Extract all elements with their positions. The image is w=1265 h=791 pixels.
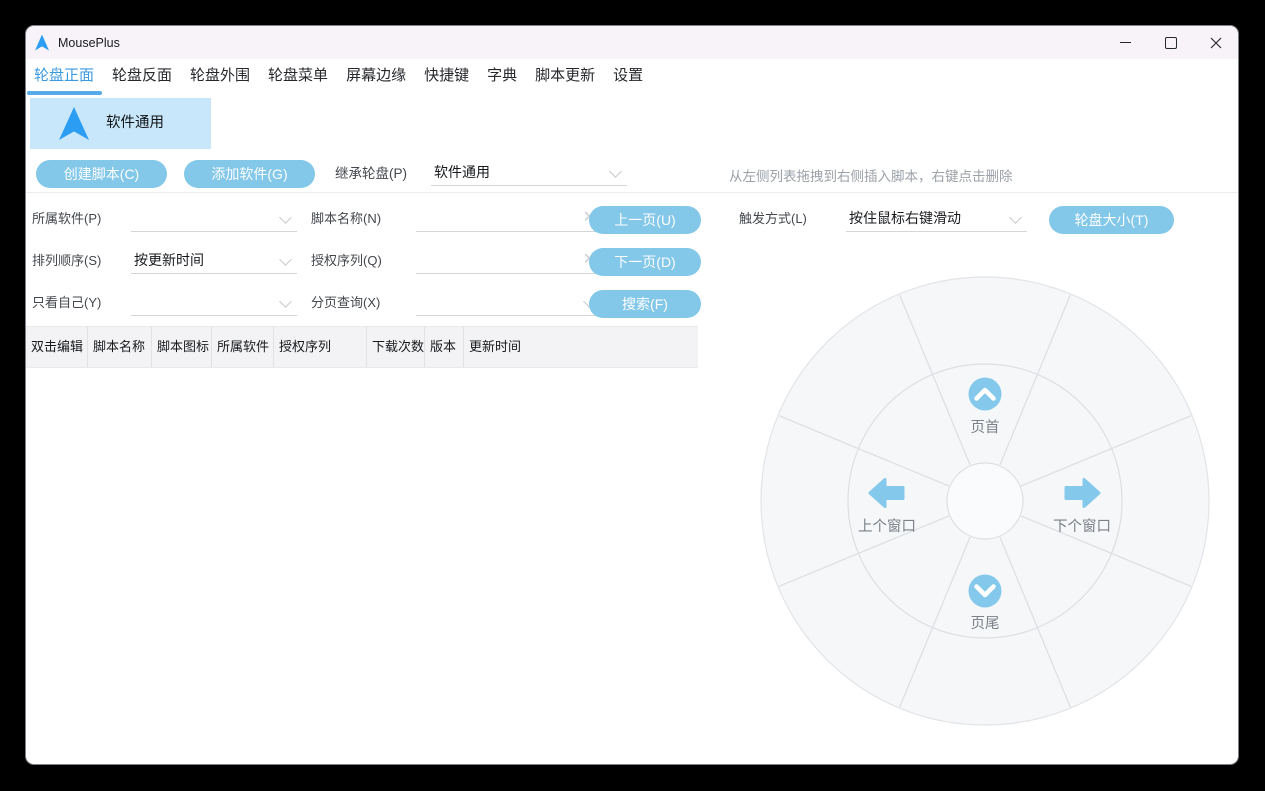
mouseplus-window: MousePlus 轮盘正面 轮盘反面 轮盘外围 轮盘菜单 屏幕边缘 快捷键 字… [25,25,1239,765]
maximize-button[interactable] [1148,26,1193,59]
tab-script-update[interactable]: 脚本更新 [526,59,604,95]
software-group-tab[interactable]: 软件通用 [30,98,211,149]
window-controls [1103,26,1238,59]
tab-settings[interactable]: 设置 [604,59,652,95]
inherit-wheel-value: 软件通用 [434,164,490,180]
wheel-label-bottom: 页尾 [971,616,1000,632]
wheel-label-right: 下个窗口 [1053,517,1111,535]
prev-page-button[interactable]: 上一页(U) [589,206,701,234]
script-name-input-wrap: ✕ [416,205,601,232]
tab-wheel-menu[interactable]: 轮盘菜单 [259,59,337,95]
toolbar-divider [26,192,1238,193]
chevron-down-icon [609,165,622,178]
search-button[interactable]: 搜索(F) [589,290,701,318]
tab-wheel-back[interactable]: 轮盘反面 [103,59,181,95]
col-header-update-time: 更新时间 [463,327,698,367]
script-name-input[interactable] [416,205,601,231]
chevron-down-icon [279,211,292,224]
next-page-button[interactable]: 下一页(D) [589,248,701,276]
col-header-downloads: 下载次数 [366,327,424,367]
drag-hint-text: 从左侧列表拖拽到右侧插入脚本，右键点击删除 [729,169,1013,184]
wheel-preview[interactable]: 页首 上个窗口 下个窗口 页尾 [755,271,1215,731]
col-header-script-icon: 脚本图标 [151,327,211,367]
minimize-icon [1120,42,1131,43]
app-logo-icon [35,34,49,51]
wheel-center-circle [946,462,1024,540]
auth-serial-label: 授权序列(Q) [311,253,382,268]
trigger-mode-select[interactable]: 按住鼠标右键滑动 [846,205,1027,232]
auth-serial-input-wrap: ✕ [416,247,601,274]
page-query-label: 分页查询(X) [311,295,381,310]
script-name-label: 脚本名称(N) [311,211,382,226]
tab-wheel-outer[interactable]: 轮盘外围 [181,59,259,95]
minimize-button[interactable] [1103,26,1148,59]
chevron-up-circle-icon [968,377,1002,411]
chevron-down-icon [1009,211,1022,224]
only-mine-label: 只看自己(Y) [32,295,102,310]
only-mine-select[interactable] [131,289,297,316]
create-script-button[interactable]: 创建脚本(C) [36,160,167,188]
sort-order-value: 按更新时间 [134,252,204,268]
wheel-size-button[interactable]: 轮盘大小(T) [1049,206,1174,234]
col-header-own-software: 所属软件 [211,327,273,367]
col-header-double-click-edit: 双击编辑 [31,339,84,354]
wheel-label-top: 页首 [971,419,1000,436]
col-header-version: 版本 [424,327,463,367]
col-header-auth-serial: 授权序列 [273,327,366,367]
wheel-label-left: 上个窗口 [858,517,916,535]
tab-screen-edge[interactable]: 屏幕边缘 [337,59,415,95]
tab-dictionary[interactable]: 字典 [478,59,526,95]
own-software-label: 所属软件(P) [32,211,102,226]
maximize-icon [1164,36,1177,49]
sort-order-select[interactable]: 按更新时间 [131,247,297,274]
close-icon [1210,37,1221,48]
inherit-wheel-select[interactable]: 软件通用 [431,159,627,186]
script-table-header: 双击编辑 脚本名称 脚本图标 所属软件 授权序列 下载次数 版本 更新时间 [26,326,698,368]
trigger-mode-value: 按住鼠标右键滑动 [849,210,961,226]
window-titlebar[interactable]: MousePlus [26,26,1238,59]
arrow-logo-icon [59,107,89,140]
desktop-background: MousePlus 轮盘正面 轮盘反面 轮盘外围 轮盘菜单 屏幕边缘 快捷键 字… [0,0,1265,791]
main-tabbar: 轮盘正面 轮盘反面 轮盘外围 轮盘菜单 屏幕边缘 快捷键 字典 脚本更新 设置 [26,59,1238,95]
close-button[interactable] [1193,26,1238,59]
trigger-mode-label: 触发方式(L) [739,211,807,226]
col-header-script-name: 脚本名称 [87,327,151,367]
page-query-select[interactable] [416,289,601,316]
inherit-wheel-label: 继承轮盘(P) [335,166,407,181]
software-group-label: 软件通用 [106,115,164,131]
chevron-down-circle-icon [968,574,1002,608]
tab-hotkeys[interactable]: 快捷键 [415,59,478,95]
sort-order-label: 排列顺序(S) [32,253,102,268]
add-software-button[interactable]: 添加软件(G) [184,160,315,188]
tab-wheel-front[interactable]: 轮盘正面 [26,59,103,95]
auth-serial-input[interactable] [416,247,601,273]
own-software-select[interactable] [131,205,297,232]
window-title: MousePlus [58,35,120,50]
chevron-down-icon [279,253,292,266]
chevron-down-icon [279,295,292,308]
